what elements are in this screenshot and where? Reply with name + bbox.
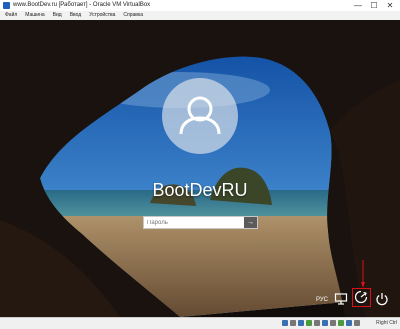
window-title: www.BootDev.ru [Работает] - Oracle VM Vi… <box>13 2 151 8</box>
virtualbox-icon <box>3 2 10 9</box>
menu-machine[interactable]: Машина <box>25 11 44 20</box>
password-box: → <box>143 216 258 229</box>
username-label: BootDevRU <box>152 180 248 200</box>
user-icon <box>179 96 221 135</box>
menu-input[interactable]: Ввод <box>70 11 82 20</box>
user-avatar <box>162 78 238 154</box>
device-indicators <box>280 320 360 326</box>
host-key-label: Right Ctrl <box>376 320 397 326</box>
hard-disk-icon[interactable] <box>282 320 288 326</box>
usb-icon[interactable] <box>314 320 320 326</box>
cpu-icon[interactable] <box>346 320 352 326</box>
highlight-box <box>352 288 371 307</box>
submit-arrow-button[interactable]: → <box>244 217 257 228</box>
maximize-button[interactable]: ☐ <box>366 0 382 11</box>
display-icon[interactable] <box>330 320 336 326</box>
menu-devices[interactable]: Устройства <box>89 11 115 20</box>
screen-overlay <box>0 20 400 317</box>
shared-folders-icon[interactable] <box>322 320 328 326</box>
recording-icon[interactable] <box>338 320 344 326</box>
menu-help[interactable]: Справка <box>123 11 143 20</box>
language-indicator[interactable]: РУС <box>316 297 328 303</box>
audio-icon[interactable] <box>298 320 304 326</box>
mouse-integration-icon[interactable] <box>354 320 360 326</box>
status-bar: Right Ctrl <box>0 317 400 329</box>
network-adapter-icon[interactable] <box>306 320 312 326</box>
minimize-button[interactable]: — <box>350 0 366 11</box>
window-controls: — ☐ ✕ <box>350 0 398 11</box>
title-bar: www.BootDev.ru [Работает] - Oracle VM Vi… <box>0 0 400 11</box>
password-input[interactable] <box>144 217 250 228</box>
menu-view[interactable]: Вид <box>53 11 62 20</box>
optical-drive-icon[interactable] <box>290 320 296 326</box>
network-icon[interactable] <box>334 292 348 306</box>
menu-file[interactable]: Файл <box>5 11 17 20</box>
power-icon[interactable] <box>375 292 389 306</box>
red-arrow-annotation <box>361 260 365 288</box>
close-button[interactable]: ✕ <box>382 0 398 11</box>
guest-screen[interactable]: BootDevRU → РУС <box>0 20 400 317</box>
